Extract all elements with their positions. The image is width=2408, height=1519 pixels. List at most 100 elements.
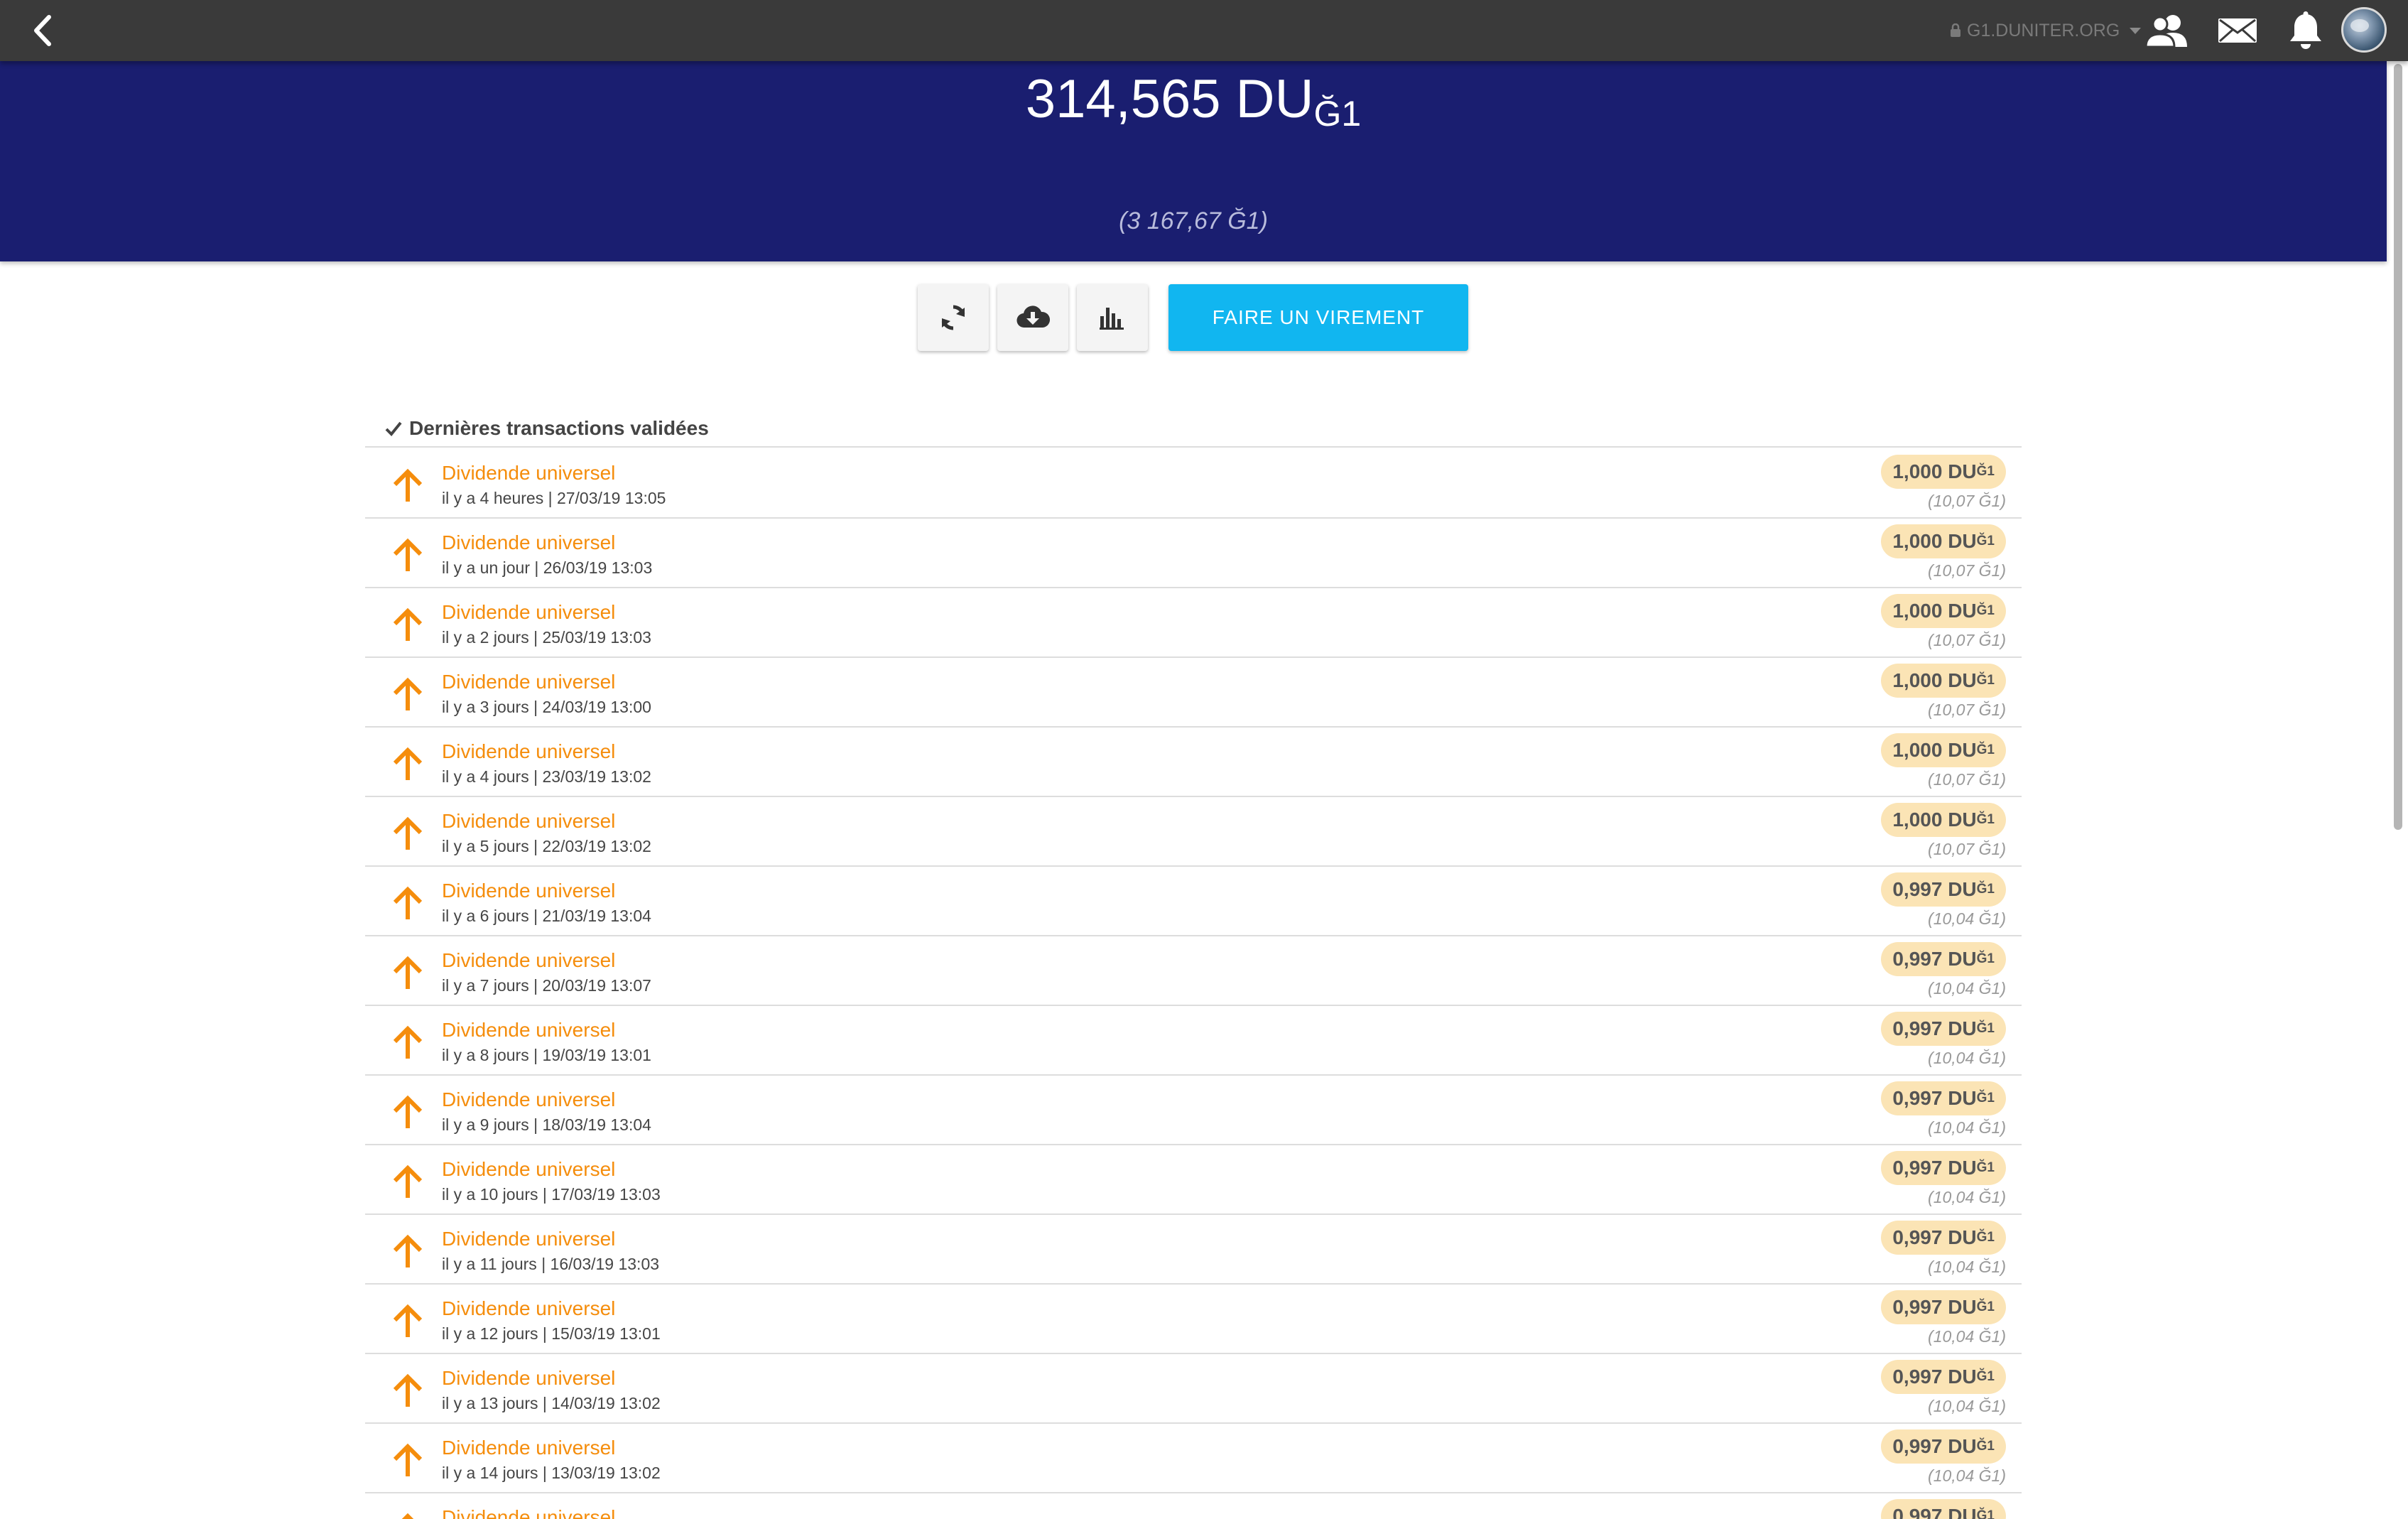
transaction-title: Dividende universel	[442, 531, 616, 553]
amount-badge: 1,000 DU Ğ1	[1881, 594, 2006, 628]
transaction-row[interactable]: Dividende universel il y a 3 jours | 24/…	[365, 658, 2022, 728]
node-label: G1.DUNITER.ORG	[1967, 20, 2120, 40]
download-button[interactable]	[997, 284, 1068, 351]
amount-badge: 0,997 DU Ğ1	[1881, 1429, 2006, 1464]
amount-relative: (10,04 Ğ1)	[1928, 1327, 2006, 1346]
balance-amount: 314,565 DUĞ1	[1025, 69, 1362, 134]
transaction-row[interactable]: Dividende universel il y a 7 jours | 20/…	[365, 936, 2022, 1006]
arrow-up-icon	[393, 1304, 423, 1337]
transaction-title: Dividende universel	[442, 1367, 616, 1389]
transaction-title: Dividende universel	[442, 810, 616, 832]
transaction-date: il y a 2 jours | 25/03/19 13:03	[442, 628, 651, 647]
transaction-row[interactable]: Dividende universel il y a 10 jours | 17…	[365, 1145, 2022, 1215]
amount-relative: (10,07 Ğ1)	[1928, 561, 2006, 580]
mail-icon	[2218, 18, 2257, 43]
transaction-date: il y a 8 jours | 19/03/19 13:01	[442, 1046, 651, 1064]
transaction-date: il y a 4 jours | 23/03/19 13:02	[442, 767, 651, 786]
amount-badge: 0,997 DU Ğ1	[1881, 1499, 2006, 1519]
transaction-row[interactable]: Dividende universel il y a 13 jours | 14…	[365, 1354, 2022, 1424]
arrow-up-icon	[393, 1234, 423, 1267]
arrow-up-icon	[393, 886, 423, 919]
transaction-row[interactable]: Dividende universel il y a 9 jours | 18/…	[365, 1076, 2022, 1145]
amount-badge: 0,997 DU Ğ1	[1881, 1081, 2006, 1115]
transaction-row[interactable]: Dividende universel il y a 6 jours | 21/…	[365, 867, 2022, 936]
transfer-button[interactable]: FAIRE UN VIREMENT	[1168, 284, 1468, 351]
arrow-up-icon	[393, 607, 423, 641]
transaction-title: Dividende universel	[442, 740, 616, 762]
back-icon	[34, 15, 51, 46]
amount-badge: 1,000 DU Ğ1	[1881, 455, 2006, 489]
amount-relative: (10,04 Ğ1)	[1928, 1188, 2006, 1206]
transaction-row[interactable]: Dividende universel il y a 14 jours | 13…	[365, 1424, 2022, 1493]
amount-relative: (10,07 Ğ1)	[1928, 701, 2006, 719]
section-title-label: Dernières transactions validées	[409, 417, 709, 439]
amount-badge: 0,997 DU Ğ1	[1881, 1360, 2006, 1394]
transaction-row[interactable]: Dividende universel il y a 5 jours | 22/…	[365, 797, 2022, 867]
amount-relative: (10,04 Ğ1)	[1928, 909, 2006, 928]
transaction-date: il y a 6 jours | 21/03/19 13:04	[442, 907, 651, 925]
transaction-title: Dividende universel	[442, 1297, 616, 1319]
messages-button[interactable]	[2215, 9, 2260, 53]
amount-badge: 0,997 DU Ğ1	[1881, 1012, 2006, 1046]
transaction-date: il y a 11 jours | 16/03/19 13:03	[442, 1255, 660, 1273]
amount-relative: (10,04 Ğ1)	[1928, 1258, 2006, 1276]
transaction-date: il y a 3 jours | 24/03/19 13:00	[442, 698, 651, 716]
notifications-button[interactable]	[2283, 9, 2328, 53]
transaction-date: il y a un jour | 26/03/19 13:03	[442, 558, 653, 577]
arrow-up-icon	[401, 1513, 414, 1519]
caret-down-icon	[2130, 27, 2142, 34]
arrow-up-icon	[393, 747, 423, 780]
arrow-up-icon	[393, 468, 423, 502]
transaction-title: Dividende universel	[442, 949, 616, 971]
stats-button[interactable]	[1077, 284, 1148, 351]
section-title: Dernières transactions validées	[365, 411, 2022, 448]
transaction-title: Dividende universel	[442, 601, 616, 623]
avatar[interactable]	[2341, 7, 2387, 53]
transaction-date: il y a 10 jours | 17/03/19 13:03	[442, 1185, 661, 1204]
amount-badge: 0,997 DU Ğ1	[1881, 1151, 2006, 1185]
amount-badge: 1,000 DU Ğ1	[1881, 803, 2006, 837]
arrow-up-icon	[393, 677, 423, 710]
transaction-row[interactable]: Dividende universel 0,997 DU Ğ1	[365, 1493, 2022, 1519]
amount-relative: (10,04 Ğ1)	[1928, 979, 2006, 998]
transaction-row[interactable]: Dividende universel il y a 12 jours | 15…	[365, 1285, 2022, 1354]
transaction-date: il y a 12 jours | 15/03/19 13:01	[442, 1324, 661, 1343]
transaction-date: il y a 9 jours | 18/03/19 13:04	[442, 1115, 651, 1134]
node-selector[interactable]: G1.DUNITER.ORG	[1950, 18, 2142, 43]
amount-relative: (10,04 Ğ1)	[1928, 1397, 2006, 1415]
transaction-row[interactable]: Dividende universel il y a 4 heures | 27…	[365, 449, 2022, 519]
arrow-up-icon	[393, 1164, 423, 1198]
transaction-date: il y a 7 jours | 20/03/19 13:07	[442, 976, 651, 995]
transaction-row[interactable]: Dividende universel il y a un jour | 26/…	[365, 519, 2022, 588]
transaction-row[interactable]: Dividende universel il y a 11 jours | 16…	[365, 1215, 2022, 1285]
top-navbar: G1.DUNITER.ORG	[0, 0, 2408, 61]
transaction-list: Dividende universel il y a 4 heures | 27…	[365, 449, 2022, 1519]
transaction-date: il y a 4 heures | 27/03/19 13:05	[442, 489, 666, 507]
amount-relative: (10,07 Ğ1)	[1928, 840, 2006, 858]
transaction-title: Dividende universel	[442, 1158, 616, 1180]
arrow-up-icon	[393, 538, 423, 571]
transaction-row[interactable]: Dividende universel il y a 8 jours | 19/…	[365, 1006, 2022, 1076]
arrow-up-icon	[393, 1025, 423, 1059]
check-icon	[385, 421, 402, 436]
amount-relative: (10,04 Ğ1)	[1928, 1118, 2006, 1137]
cloud-download-icon	[1016, 306, 1050, 328]
transaction-title: Dividende universel	[442, 1437, 616, 1459]
stats-icon	[1100, 308, 1124, 330]
scrollbar-thumb[interactable]	[2394, 64, 2402, 830]
contacts-icon	[2144, 15, 2187, 48]
transaction-date: il y a 5 jours | 22/03/19 13:02	[442, 837, 651, 855]
transaction-row[interactable]: Dividende universel il y a 4 jours | 23/…	[365, 728, 2022, 797]
transaction-date: il y a 14 jours | 13/03/19 13:02	[442, 1464, 661, 1482]
transaction-row[interactable]: Dividende universel il y a 2 jours | 25/…	[365, 588, 2022, 658]
amount-relative: (10,07 Ğ1)	[1928, 770, 2006, 789]
arrow-up-icon	[393, 816, 423, 850]
arrow-up-icon	[393, 956, 423, 989]
amount-badge: 1,000 DU Ğ1	[1881, 664, 2006, 698]
contacts-button[interactable]	[2144, 9, 2189, 53]
arrow-up-icon	[393, 1095, 423, 1128]
transaction-title: Dividende universel	[442, 1088, 616, 1110]
refresh-button[interactable]	[918, 284, 989, 351]
amount-badge: 1,000 DU Ğ1	[1881, 733, 2006, 767]
back-button[interactable]	[21, 10, 64, 51]
